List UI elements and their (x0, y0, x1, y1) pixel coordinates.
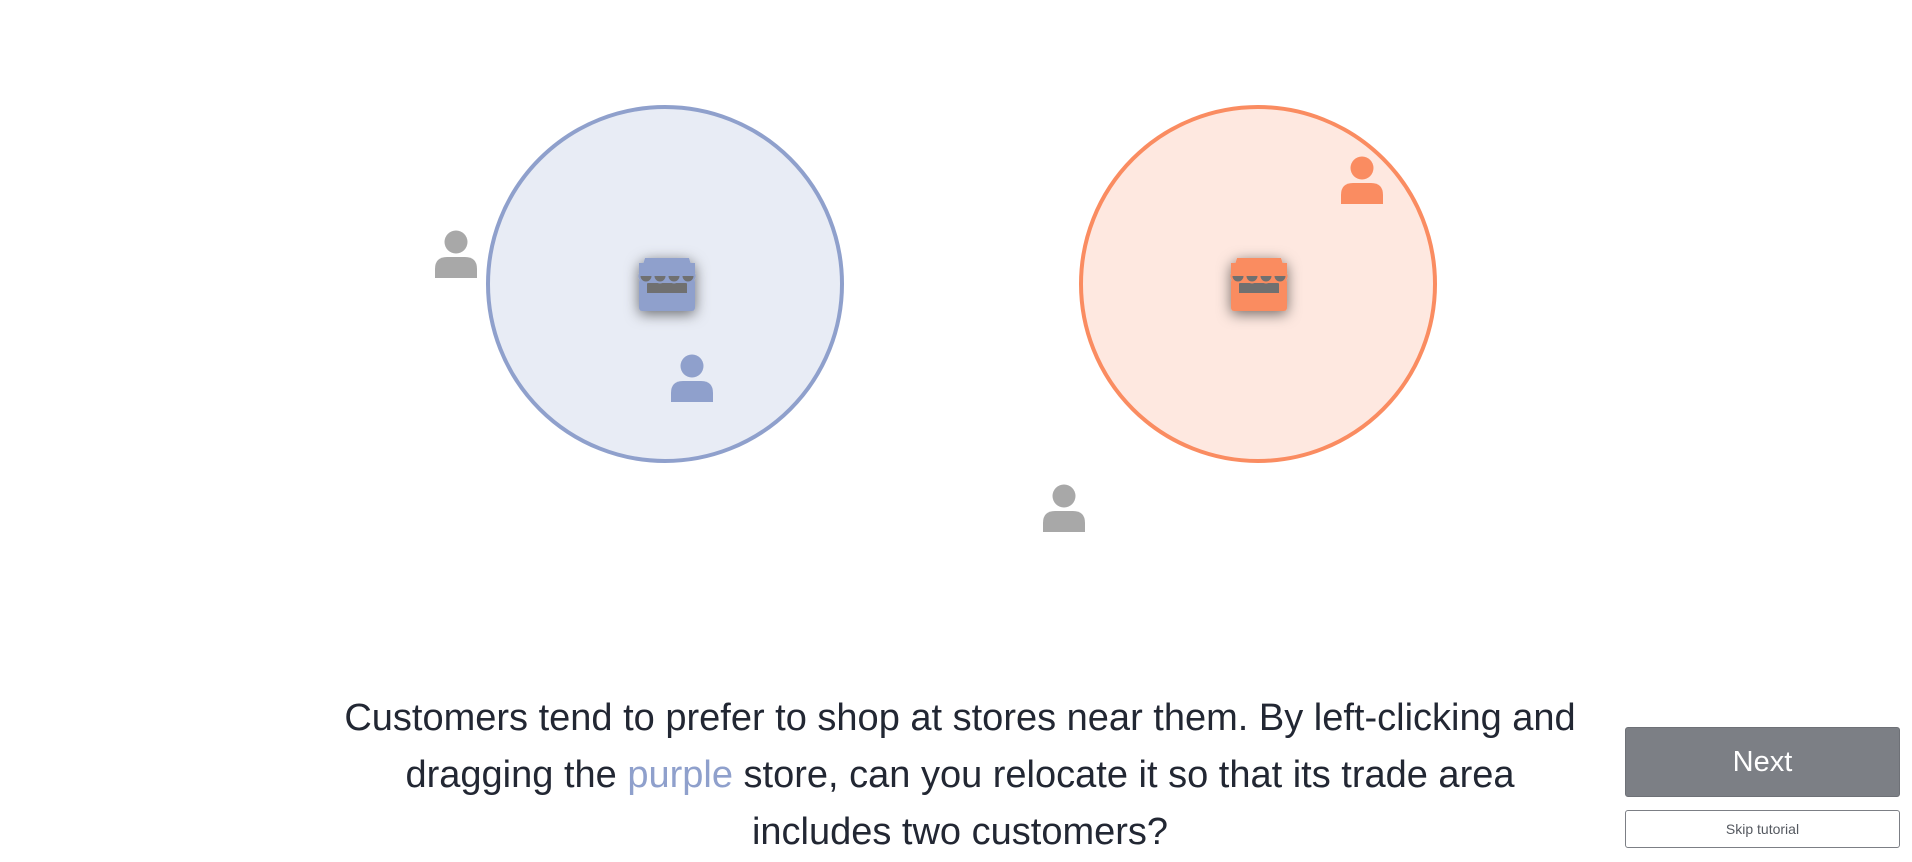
customer-icon-4 (1043, 484, 1085, 532)
skip-tutorial-button[interactable]: Skip tutorial (1625, 810, 1900, 848)
purple-store-icon[interactable] (638, 258, 696, 311)
customer-icon-1 (435, 230, 477, 278)
instruction-highlight: purple (627, 754, 733, 796)
instruction-part2: store, can you relocate it so that its t… (732, 754, 1515, 853)
next-button[interactable]: Next (1625, 727, 1900, 797)
tutorial-stage: Customers tend to prefer to shop at stor… (0, 0, 1912, 862)
next-button-label: Next (1732, 745, 1793, 778)
skip-tutorial-label: Skip tutorial (1725, 821, 1800, 837)
map-canvas (435, 105, 1437, 532)
orange-store-icon (1230, 258, 1288, 311)
instruction-text: Customers tend to prefer to shop at stor… (340, 690, 1580, 861)
